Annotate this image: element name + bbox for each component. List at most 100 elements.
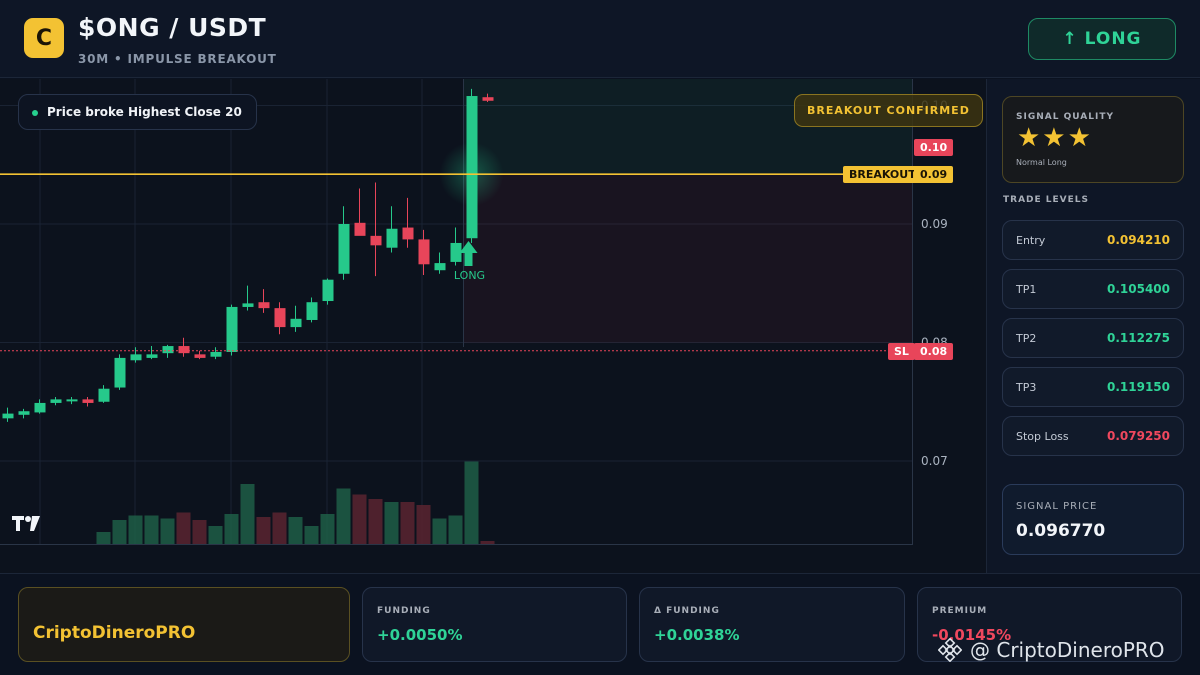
volume-bar: [288, 517, 303, 544]
volume-bar: [384, 502, 399, 544]
volume-bar: [448, 515, 463, 544]
brand-name: CriptoDineroPRO: [33, 623, 196, 643]
pair-title: $ONG / USDT: [78, 13, 267, 42]
volume-bar: [352, 494, 367, 544]
volume-bar: [256, 517, 271, 544]
premium-label: PREMIUM: [932, 606, 988, 616]
candle-down: [82, 399, 94, 403]
candle-up: [306, 302, 318, 320]
funding-label: FUNDING: [377, 606, 431, 616]
candle-up: [322, 279, 334, 302]
long-button[interactable]: ↑ LONG: [1028, 18, 1176, 60]
funding-value: +0.0050%: [377, 626, 463, 644]
volume-bar: [416, 505, 431, 544]
trade-level-tp1: TP1 0.105400: [1002, 269, 1184, 309]
candle-down: [178, 346, 190, 354]
trade-level-entry: Entry 0.094210: [1002, 220, 1184, 260]
candle-down: [258, 302, 270, 309]
volume-bar: [224, 514, 239, 544]
trade-level-tp2: TP2 0.112275: [1002, 318, 1184, 358]
candle-up: [226, 306, 238, 352]
delta-funding-card: Δ FUNDING +0.0038%: [639, 587, 905, 662]
app-logo: C: [24, 18, 64, 58]
pair-subtitle: 30M • IMPULSE BREAKOUT: [78, 52, 277, 66]
volume-bar: [192, 520, 207, 544]
trade-level-value: 0.119150: [1106, 380, 1170, 394]
long-marker-label: LONG: [454, 269, 485, 282]
candle-up: [18, 411, 30, 415]
trade-level-name: Stop Loss: [1016, 429, 1069, 443]
volume-bar: [176, 512, 191, 544]
candle-up: [210, 351, 222, 357]
price-chart[interactable]: LONG 0.100.090.080.0718:0021:002503:0006…: [0, 79, 986, 573]
trade-level-name: TP1: [1016, 282, 1037, 296]
volume-bar: [464, 461, 479, 544]
delta-funding-value: +0.0038%: [654, 626, 740, 644]
candle-down: [482, 97, 494, 101]
candle-down: [418, 239, 430, 265]
trade-level-value: 0.079250: [1106, 429, 1170, 443]
candle-up: [466, 96, 478, 239]
stop-loss-label: SL: [888, 343, 915, 360]
trade-levels-title: TRADE LEVELS: [1003, 195, 1089, 205]
signal-price-label: SIGNAL PRICE: [1016, 501, 1098, 512]
breakout-price-tag: 0.09: [914, 166, 954, 183]
trade-level-name: Entry: [1016, 233, 1046, 247]
volume-bar: [336, 488, 351, 544]
trade-level-name: TP2: [1016, 331, 1037, 345]
candle-up: [2, 413, 14, 419]
tradingview-logo: [10, 513, 44, 537]
brand-card: CriptoDineroPRO: [18, 587, 350, 662]
trade-level-value: 0.112275: [1106, 331, 1170, 345]
volume-bar: [400, 502, 415, 544]
star-rating-icon: ★★★: [1017, 123, 1093, 153]
candle-down: [194, 354, 206, 358]
breakout-confirmed-badge: BREAKOUT CONFIRMED: [794, 94, 983, 127]
y-tick-label: 0.07: [921, 454, 948, 468]
candle-down: [402, 227, 414, 240]
trade-level-value: 0.105400: [1106, 282, 1170, 296]
signal-quality-title: SIGNAL QUALITY: [1016, 112, 1114, 122]
volume-bar: [112, 520, 127, 544]
x-axis: [0, 544, 912, 573]
breakout-tooltip: Price broke Highest Close 20: [18, 94, 257, 130]
candle-up: [434, 263, 446, 271]
signal-quality-card: SIGNAL QUALITY ★★★ Normal Long: [1002, 96, 1184, 183]
y-tick-label: 0.09: [921, 217, 948, 231]
trade-level-tp3: TP3 0.119150: [1002, 367, 1184, 407]
candle-up: [146, 354, 158, 358]
trade-level-stop-loss: Stop Loss 0.079250: [1002, 416, 1184, 456]
candle-up: [450, 242, 462, 262]
volume-bar: [96, 532, 111, 544]
signal-price-card: SIGNAL PRICE 0.096770: [1002, 484, 1184, 555]
candle-up: [114, 357, 126, 388]
volume-bar: [304, 526, 319, 544]
volume-bar: [240, 484, 255, 544]
volume-bar: [272, 512, 287, 544]
candle-down: [370, 235, 382, 246]
binance-icon: [938, 638, 962, 662]
stop-loss-price-tag: 0.08: [914, 343, 954, 360]
volume-bar: [144, 515, 159, 544]
candle-up: [290, 318, 302, 328]
status-dot: [32, 110, 38, 116]
candle-up: [162, 346, 174, 354]
chart-area[interactable]: LONG 0.100.090.080.0718:0021:002503:0006…: [0, 79, 986, 573]
trade-level-value: 0.094210: [1106, 233, 1170, 247]
volume-bar: [432, 518, 447, 544]
volume-bar: [320, 514, 335, 544]
candle-up: [98, 388, 110, 402]
volume-bar: [160, 518, 175, 544]
volume-bar: [208, 526, 223, 544]
delta-funding-label: Δ FUNDING: [654, 606, 720, 616]
volume-bar: [128, 515, 143, 544]
breakout-level-label: BREAKOUT: [843, 166, 922, 183]
candle-up: [34, 402, 46, 413]
candle-up: [66, 399, 78, 402]
candle-up: [242, 303, 254, 307]
y-axis-divider: [912, 79, 913, 545]
header: C $ONG / USDT 30M • IMPULSE BREAKOUT ↑ L…: [0, 0, 1200, 78]
candle-up: [50, 399, 62, 403]
candle-down: [354, 222, 366, 236]
trade-level-name: TP3: [1016, 380, 1037, 394]
